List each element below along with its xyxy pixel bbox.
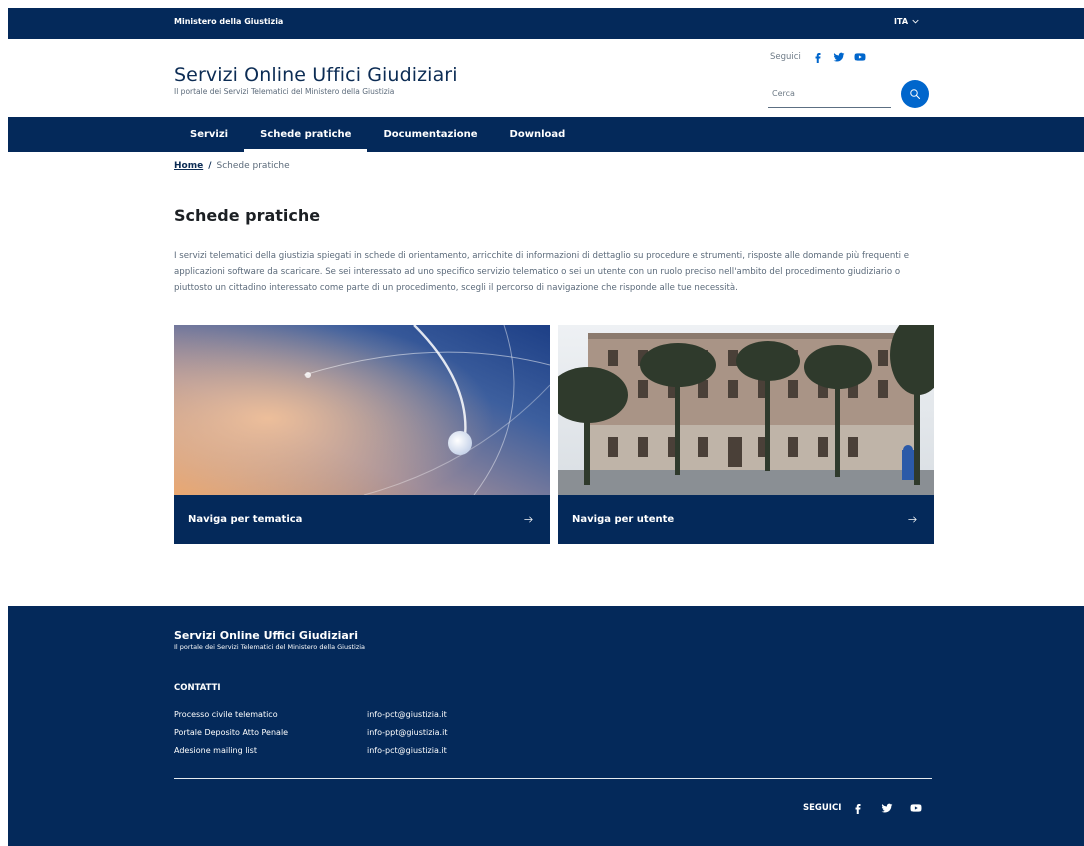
page-title: Schede pratiche	[174, 206, 321, 225]
page-intro: I servizi telematici della giustizia spi…	[174, 251, 910, 293]
youtube-icon[interactable]	[910, 802, 922, 814]
card-tematica[interactable]: Naviga per tematica	[174, 325, 550, 544]
facebook-icon[interactable]	[852, 802, 864, 814]
footer-social: SEGUICI	[803, 802, 922, 814]
twitter-icon[interactable]	[833, 51, 845, 63]
nav-items: Servizi Schede pratiche Documentazione D…	[174, 117, 581, 152]
site-title: Servizi Online Uffici Giudiziari	[174, 64, 458, 86]
center-header: Servizi Online Uffici Giudiziari Il port…	[8, 39, 1084, 117]
facebook-icon[interactable]	[812, 51, 824, 63]
nav-item-schede-pratiche[interactable]: Schede pratiche	[244, 117, 368, 152]
card-label: Naviga per utente	[572, 514, 675, 525]
breadcrumb-home[interactable]: Home	[174, 161, 203, 171]
card-bar: Naviga per utente	[558, 495, 934, 544]
language-selector[interactable]: ITA	[894, 17, 919, 26]
breadcrumb: Home / Schede pratiche	[174, 161, 290, 171]
card-bar: Naviga per tematica	[174, 495, 550, 544]
footer: Servizi Online Uffici Giudiziari Il port…	[8, 606, 1084, 846]
nav-item-download[interactable]: Download	[494, 117, 582, 152]
search-field[interactable]	[768, 80, 891, 108]
card-label: Naviga per tematica	[188, 514, 303, 525]
contact-row: Adesione mailing list info-pct@giustizia…	[174, 741, 447, 759]
header-social: Seguici	[770, 51, 866, 63]
chevron-down-icon	[912, 19, 919, 24]
breadcrumb-separator: /	[208, 161, 212, 171]
footer-follow-label: SEGUICI	[803, 803, 842, 813]
search-input[interactable]	[768, 80, 891, 107]
page: Ministero della Giustizia ITA Servizi On…	[8, 8, 1084, 846]
nav-item-servizi[interactable]: Servizi	[174, 117, 244, 152]
arrow-right-icon	[524, 516, 533, 523]
contact-email-link[interactable]: info-pct@giustizia.it	[367, 746, 447, 755]
search-button[interactable]	[901, 80, 929, 108]
contact-name: Portale Deposito Atto Penale	[174, 727, 289, 737]
nav-item-documentazione[interactable]: Documentazione	[367, 117, 493, 152]
twitter-icon[interactable]	[881, 802, 893, 814]
search-icon	[910, 89, 921, 100]
slim-header: Ministero della Giustizia ITA	[8, 8, 1084, 39]
follow-label: Seguici	[770, 52, 801, 62]
contact-email-link[interactable]: info-ppt@giustizia.it	[367, 728, 447, 737]
site-tagline: Il portale dei Servizi Telematici del Mi…	[174, 87, 395, 96]
card-utente[interactable]: Naviga per utente	[558, 325, 934, 544]
cards: Naviga per tematica Naviga per utente	[174, 325, 934, 544]
card-image-building	[558, 325, 934, 495]
card-image-abstract	[174, 325, 550, 495]
arrow-right-icon	[908, 516, 917, 523]
contact-email-link[interactable]: info-pct@giustizia.it	[367, 710, 447, 719]
youtube-icon[interactable]	[854, 51, 866, 63]
brand[interactable]: Servizi Online Uffici Giudiziari Il port…	[174, 64, 458, 96]
footer-title[interactable]: Servizi Online Uffici Giudiziari	[174, 629, 358, 642]
breadcrumb-current: Schede pratiche	[216, 161, 290, 171]
contact-row: Portale Deposito Atto Penale info-ppt@gi…	[174, 723, 447, 741]
language-label: ITA	[894, 17, 909, 26]
contact-name: Adesione mailing list	[174, 745, 257, 755]
contacts-heading: CONTATTI	[174, 683, 221, 693]
contact-row: Processo civile telematico info-pct@gius…	[174, 705, 447, 723]
footer-tagline: Il portale dei Servizi Telematici del Mi…	[174, 643, 366, 651]
contact-name: Processo civile telematico	[174, 709, 278, 719]
contacts-list: Processo civile telematico info-pct@gius…	[174, 705, 447, 759]
owner-link[interactable]: Ministero della Giustizia	[174, 17, 283, 26]
footer-divider	[174, 778, 932, 779]
main-navigation: Servizi Schede pratiche Documentazione D…	[8, 117, 1084, 152]
